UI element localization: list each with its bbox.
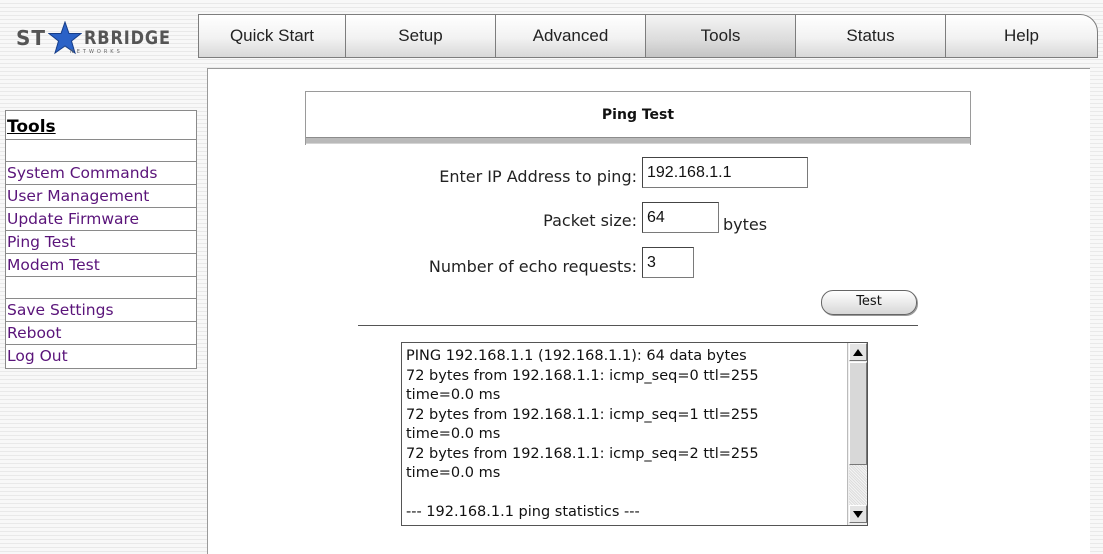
tab-advanced[interactable]: Advanced <box>495 14 645 58</box>
logo-tagline: NETWORKS <box>70 49 123 55</box>
sidebar-item-update-firmware[interactable]: Update Firmware <box>6 208 196 231</box>
packet-size-label: Packet size: <box>543 211 637 230</box>
tab-status[interactable]: Status <box>795 14 945 58</box>
section-divider <box>358 325 918 326</box>
scroll-down-icon[interactable] <box>849 505 867 523</box>
scroll-thumb[interactable] <box>849 362 867 465</box>
sidebar: Tools System Commands User Management Up… <box>5 110 197 369</box>
packet-size-input[interactable]: 64 <box>642 202 719 233</box>
scroll-up-icon[interactable] <box>849 343 867 361</box>
test-button[interactable]: Test <box>821 290 917 315</box>
ip-address-label: Enter IP Address to ping: <box>439 167 637 186</box>
tab-help[interactable]: Help <box>945 14 1098 58</box>
sidebar-spacer <box>6 140 196 162</box>
ping-test-panel: Ping Test <box>305 91 971 145</box>
ping-output-text: PING 192.168.1.1 (192.168.1.1): 64 data … <box>406 348 759 520</box>
panel-title: Ping Test <box>601 107 675 123</box>
sidebar-item-system-commands[interactable]: System Commands <box>6 162 196 185</box>
logo-text-right: RBRIDGE <box>84 27 171 49</box>
starbridge-logo: ST RBRIDGE NETWORKS <box>16 18 196 58</box>
sidebar-spacer <box>6 277 196 299</box>
sidebar-item-ping-test[interactable]: Ping Test <box>6 231 196 254</box>
tab-tools[interactable]: Tools <box>645 14 795 58</box>
ip-address-input[interactable]: 192.168.1.1 <box>642 157 808 188</box>
sidebar-item-log-out[interactable]: Log Out <box>6 345 196 368</box>
arrow-up-icon <box>853 348 863 356</box>
echo-requests-label: Number of echo requests: <box>428 257 637 276</box>
panel-divider <box>306 137 970 144</box>
sidebar-item-reboot[interactable]: Reboot <box>6 322 196 345</box>
sidebar-item-modem-test[interactable]: Modem Test <box>6 254 196 277</box>
top-nav: Quick Start Setup Advanced Tools Status … <box>198 14 1098 58</box>
sidebar-item-user-management[interactable]: User Management <box>6 185 196 208</box>
logo-text-left: ST <box>16 26 47 50</box>
echo-requests-input[interactable]: 3 <box>642 247 694 278</box>
packet-size-unit: bytes <box>723 215 768 234</box>
tab-quick-start[interactable]: Quick Start <box>198 14 345 58</box>
ping-output-textarea[interactable]: PING 192.168.1.1 (192.168.1.1): 64 data … <box>401 342 868 526</box>
sidebar-title: Tools <box>6 111 196 140</box>
arrow-down-icon <box>853 510 863 518</box>
sidebar-item-save-settings[interactable]: Save Settings <box>6 299 196 322</box>
scroll-track[interactable] <box>849 465 867 505</box>
output-scrollbar[interactable] <box>847 343 867 525</box>
tab-setup[interactable]: Setup <box>345 14 495 58</box>
